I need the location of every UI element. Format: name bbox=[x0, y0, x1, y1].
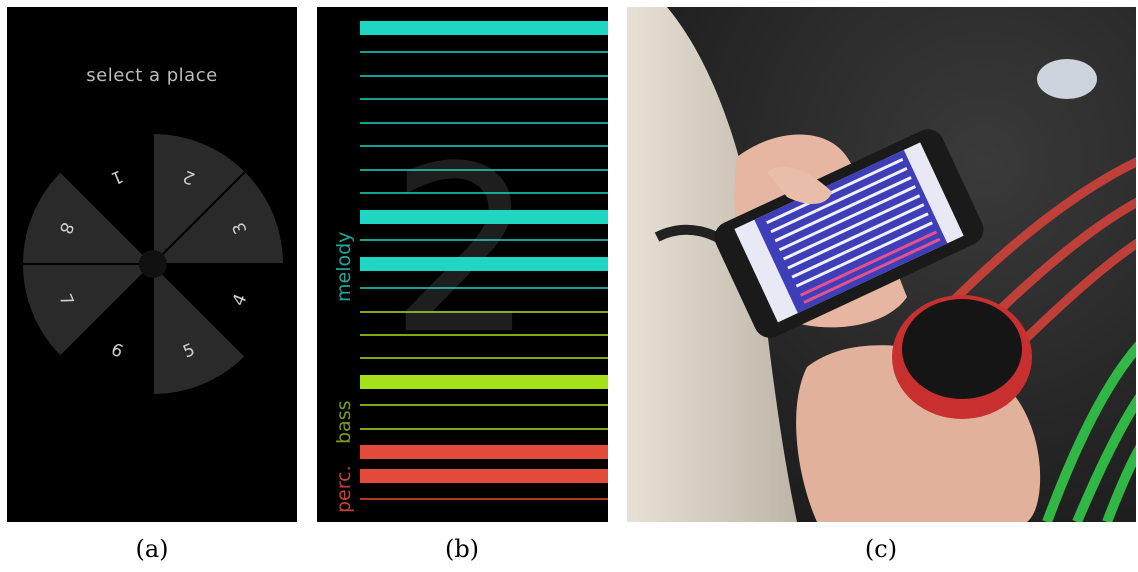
melody-track-active[interactable] bbox=[360, 21, 608, 35]
bass-label: bass bbox=[333, 400, 355, 444]
place-sector-5[interactable] bbox=[152, 261, 248, 397]
perc-track-active[interactable] bbox=[360, 469, 608, 483]
bass-track-inactive[interactable] bbox=[360, 404, 608, 406]
melody-track-inactive[interactable] bbox=[360, 145, 608, 147]
melody-track-inactive[interactable] bbox=[360, 51, 608, 53]
place-wheel: 23456781 bbox=[20, 131, 286, 397]
melody-track-inactive[interactable] bbox=[360, 169, 608, 171]
perc-label: perc. bbox=[333, 465, 355, 513]
melody-track-inactive[interactable] bbox=[360, 239, 608, 241]
bass-track-inactive[interactable] bbox=[360, 428, 608, 430]
melody-track-inactive[interactable] bbox=[360, 192, 608, 194]
melody-track-inactive[interactable] bbox=[360, 98, 608, 100]
caption-b: (b) bbox=[444, 535, 480, 563]
melody-track-active[interactable] bbox=[360, 257, 608, 271]
melody-track-inactive[interactable] bbox=[360, 75, 608, 77]
place-selection-screen: select a place 23456781 bbox=[7, 7, 297, 522]
place-sector-8[interactable] bbox=[20, 169, 156, 265]
track-bars bbox=[360, 21, 608, 500]
perc-track-inactive[interactable] bbox=[360, 498, 608, 500]
place-number-1: 1 bbox=[108, 166, 126, 189]
instrument-track-screen: 2 melody bass perc. bbox=[317, 7, 608, 522]
caption-c: (c) bbox=[864, 535, 898, 563]
controller-top bbox=[902, 299, 1022, 399]
usage-photo bbox=[627, 7, 1136, 522]
wheel-hub bbox=[139, 250, 167, 278]
perc-track-active[interactable] bbox=[360, 445, 608, 459]
place-sector-7[interactable] bbox=[20, 263, 156, 359]
bass-track-inactive[interactable] bbox=[360, 357, 608, 359]
bass-track-inactive[interactable] bbox=[360, 311, 608, 313]
bass-track-inactive[interactable] bbox=[360, 334, 608, 336]
place-number-4: 4 bbox=[229, 291, 252, 309]
melody-track-active[interactable] bbox=[360, 210, 608, 224]
melody-track-inactive[interactable] bbox=[360, 122, 608, 124]
melody-label: melody bbox=[333, 231, 355, 302]
light-spot bbox=[1037, 59, 1097, 99]
bass-track-active[interactable] bbox=[360, 375, 608, 389]
caption-a: (a) bbox=[135, 535, 169, 563]
melody-track-inactive[interactable] bbox=[360, 287, 608, 289]
place-number-6: 6 bbox=[108, 340, 126, 363]
